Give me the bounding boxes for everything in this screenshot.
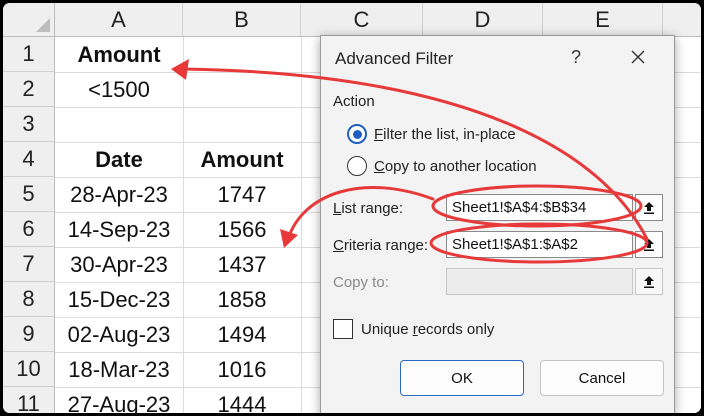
row-header-8[interactable]: 8 <box>3 282 55 317</box>
filter-in-place-radio[interactable] <box>347 124 367 144</box>
cell-date[interactable]: 02-Aug-23 <box>55 317 183 352</box>
cell-date[interactable]: 15-Dec-23 <box>55 282 183 317</box>
advanced-filter-dialog: Advanced Filter ? Action Filter the list… <box>320 35 675 413</box>
cell-date[interactable]: 27-Aug-23 <box>55 387 183 414</box>
criteria-range-collapse-button[interactable] <box>635 231 663 258</box>
unique-records-checkbox[interactable] <box>333 319 353 339</box>
column-header-c[interactable]: C <box>301 3 423 37</box>
list-range-input[interactable]: Sheet1!$A$4:$B$34 <box>446 194 633 221</box>
cell-a2-criteria-value[interactable]: <1500 <box>55 72 183 107</box>
list-range-collapse-button[interactable] <box>635 194 663 221</box>
copy-to-input[interactable] <box>446 268 633 295</box>
cell-amount[interactable]: 1444 <box>183 387 301 414</box>
close-button[interactable] <box>624 44 652 70</box>
column-header-e[interactable]: E <box>543 3 663 37</box>
row-header-9[interactable]: 9 <box>3 317 55 352</box>
row-header-3[interactable]: 3 <box>3 107 55 142</box>
column-header-b[interactable]: B <box>183 3 301 37</box>
collapse-dialog-icon <box>644 275 654 288</box>
cell-date[interactable]: 14-Sep-23 <box>55 212 183 247</box>
column-header-f[interactable] <box>663 3 701 37</box>
collapse-dialog-icon <box>644 201 654 214</box>
cell-a4-date-header[interactable]: Date <box>55 142 183 177</box>
cell-amount[interactable]: 1437 <box>183 247 301 282</box>
cell-amount[interactable]: 1494 <box>183 317 301 352</box>
cell-amount[interactable]: 1566 <box>183 212 301 247</box>
action-group-label: Action <box>333 93 375 110</box>
select-all-corner[interactable] <box>3 3 55 37</box>
cancel-button[interactable]: Cancel <box>540 360 664 396</box>
row-header-10[interactable]: 10 <box>3 352 55 387</box>
row-header-2[interactable]: 2 <box>3 72 55 107</box>
filter-in-place-option[interactable]: Filter the list, in-place <box>347 122 516 146</box>
unique-records-label: Unique records only <box>361 320 495 338</box>
dialog-title: Advanced Filter <box>335 49 454 68</box>
list-range-label: List range: <box>333 200 404 217</box>
column-header-a[interactable]: A <box>55 3 183 37</box>
criteria-range-input[interactable]: Sheet1!$A$1:$A$2 <box>446 231 633 258</box>
cell-date[interactable]: 18-Mar-23 <box>55 352 183 387</box>
unique-records-option[interactable]: Unique records only <box>333 317 494 341</box>
screenshot-frame: A B C D E 1 2 3 4 5 6 7 8 9 10 11 Amount… <box>0 0 704 416</box>
copy-to-label: Copy to: <box>333 274 389 291</box>
cell-amount[interactable]: 1016 <box>183 352 301 387</box>
cell-date[interactable]: 28-Apr-23 <box>55 177 183 212</box>
cell-a1-criteria-header[interactable]: Amount <box>55 37 183 72</box>
copy-to-collapse-button[interactable] <box>635 268 663 295</box>
copy-to-location-label: Copy to another location <box>374 157 537 175</box>
row-header-1[interactable]: 1 <box>3 37 55 72</box>
criteria-range-label: Criteria range: <box>333 237 429 254</box>
row-header-4[interactable]: 4 <box>3 142 55 177</box>
cell-b4-amount-header[interactable]: Amount <box>183 142 301 177</box>
row-header-11[interactable]: 11 <box>3 387 55 413</box>
filter-in-place-label: Filter the list, in-place <box>374 125 516 143</box>
cell-amount[interactable]: 1747 <box>183 177 301 212</box>
cell-amount[interactable]: 1858 <box>183 282 301 317</box>
copy-to-location-option[interactable]: Copy to another location <box>347 154 537 178</box>
help-button[interactable]: ? <box>564 44 588 70</box>
collapse-dialog-icon <box>644 238 654 251</box>
row-header-7[interactable]: 7 <box>3 247 55 282</box>
row-header-5[interactable]: 5 <box>3 177 55 212</box>
close-icon <box>631 50 645 64</box>
row-header-6[interactable]: 6 <box>3 212 55 247</box>
column-header-d[interactable]: D <box>423 3 543 37</box>
copy-to-location-radio[interactable] <box>347 156 367 176</box>
ok-button[interactable]: OK <box>400 360 524 396</box>
cell-date[interactable]: 30-Apr-23 <box>55 247 183 282</box>
